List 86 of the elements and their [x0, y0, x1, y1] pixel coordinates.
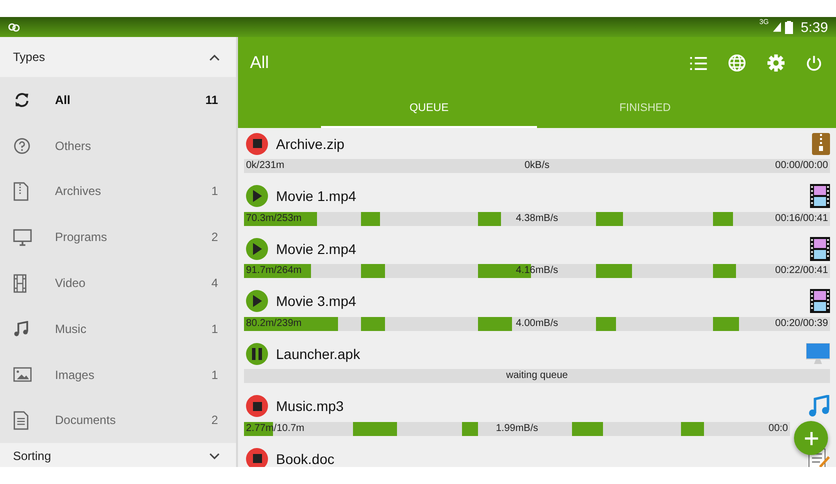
type-item[interactable]: Documents 2	[0, 398, 236, 444]
type-label: Others	[55, 138, 92, 153]
time-label: 00:00/00:00	[775, 160, 828, 172]
type-count: 2	[211, 413, 218, 428]
zip-file-icon	[13, 182, 29, 201]
add-button[interactable]	[794, 421, 828, 455]
file-name: Movie 1.mp4	[276, 188, 356, 204]
speed-label: 0kB/s	[524, 160, 550, 172]
type-label: Archives	[55, 184, 102, 198]
film-strip-icon	[810, 236, 830, 260]
play-button[interactable]	[246, 238, 268, 260]
stop-icon	[252, 402, 262, 410]
clock-time: 5:39	[800, 19, 828, 35]
speed-label: 4.38mB/s	[516, 212, 558, 224]
battery-icon	[784, 20, 793, 34]
section-header[interactable]: Types	[0, 37, 236, 77]
time-label: 00:0	[768, 422, 788, 434]
film-strip-icon	[810, 184, 830, 208]
type-item[interactable]: Video 4	[0, 260, 236, 306]
globe-icon[interactable]	[728, 54, 746, 72]
file-name: Movie 2.mp4	[276, 240, 356, 256]
image-icon	[13, 367, 32, 382]
type-count: 11	[205, 92, 218, 107]
type-label: Images	[55, 368, 96, 382]
type-item[interactable]: Programs 2	[0, 214, 236, 260]
type-count: 4	[211, 276, 218, 290]
refresh-icon	[13, 90, 31, 109]
type-count: 1	[211, 368, 218, 382]
type-count: 2	[211, 230, 218, 244]
size-label: 70.3m/253m	[246, 212, 302, 224]
stop-button[interactable]	[246, 132, 268, 154]
type-item[interactable]: Images 1	[0, 352, 236, 398]
file-name: Launcher.apk	[276, 346, 360, 362]
monitor-icon	[806, 342, 830, 364]
type-item[interactable]: Music 1	[0, 306, 236, 352]
signal-icon	[772, 21, 781, 33]
tab[interactable]: FINISHED	[537, 89, 753, 128]
stop-icon	[252, 139, 262, 148]
film-icon	[13, 274, 27, 293]
zip-file-icon	[812, 132, 830, 154]
question-icon	[13, 136, 31, 155]
type-label: Video	[55, 276, 86, 290]
size-label: 91.7m/264m	[246, 265, 302, 277]
app-notification-icon	[8, 21, 20, 33]
film-strip-icon	[810, 289, 830, 313]
speed-label: 4.00mB/s	[516, 318, 558, 330]
size-label: 80.2m/239m	[246, 318, 302, 330]
type-count: 1	[211, 322, 218, 336]
stop-icon	[252, 454, 262, 463]
type-label: Documents	[55, 413, 117, 428]
file-name: Music.mp3	[276, 398, 344, 414]
type-count: 1	[211, 184, 218, 198]
file-name: Book.doc	[276, 450, 334, 466]
play-icon	[252, 242, 262, 254]
size-label: 0k/231m	[246, 160, 284, 172]
status-message: waiting queue	[506, 370, 568, 382]
type-label: Music	[55, 322, 88, 336]
type-label: All	[55, 92, 72, 107]
plus-icon	[804, 430, 818, 446]
file-name: Archive.zip	[276, 136, 344, 152]
play-icon	[252, 190, 262, 202]
type-item[interactable]: Archives 1	[0, 168, 236, 214]
type-item[interactable]: Others	[0, 122, 236, 169]
power-icon[interactable]	[806, 55, 822, 71]
stop-button[interactable]	[246, 448, 268, 467]
type-label: Programs	[55, 230, 108, 244]
stop-button[interactable]	[246, 395, 268, 417]
type-item[interactable]: All 11	[0, 77, 236, 123]
play-button[interactable]	[246, 290, 268, 312]
time-label: 00:16/00:41	[775, 212, 828, 224]
settings-icon[interactable]	[767, 54, 785, 72]
time-label: 00:20/00:39	[775, 318, 828, 330]
screen-title: All	[250, 53, 269, 73]
monitor-icon	[13, 228, 32, 246]
pause-button[interactable]	[246, 342, 268, 364]
file-name: Movie 3.mp4	[276, 293, 356, 309]
music-note-icon	[13, 320, 29, 337]
speed-label: 1.99mB/s	[496, 422, 538, 434]
document-icon	[13, 410, 29, 430]
section-header[interactable]: Sorting	[0, 443, 236, 467]
play-button[interactable]	[246, 185, 268, 207]
music-note-icon	[808, 395, 830, 417]
list-icon[interactable]	[690, 56, 707, 70]
play-icon	[252, 295, 262, 307]
time-label: 00:22/00:41	[775, 265, 828, 277]
pause-icon	[252, 348, 262, 360]
